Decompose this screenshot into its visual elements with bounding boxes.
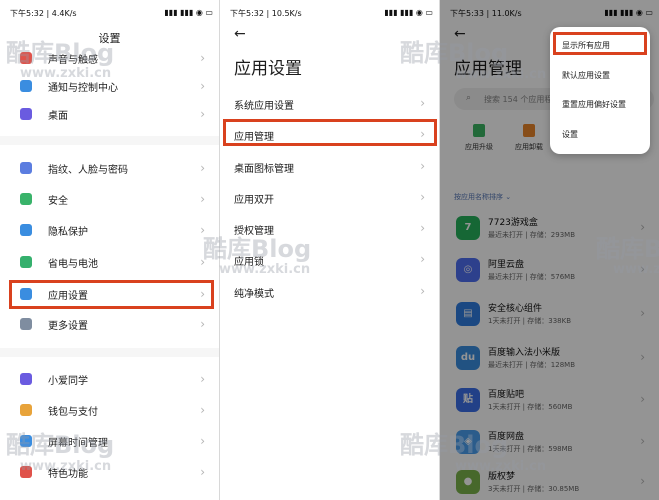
- settings-item-label: 隐私保护: [48, 227, 88, 238]
- app-settings-item[interactable]: 应用双开 ›: [220, 182, 439, 212]
- settings-item-label: 桌面: [48, 111, 68, 122]
- chevron-right-icon: ›: [200, 317, 205, 331]
- chevron-right-icon: ›: [200, 192, 205, 206]
- settings-item[interactable]: 桌面 ›: [0, 100, 219, 128]
- app-settings-item[interactable]: 授权管理 ›: [220, 213, 439, 243]
- settings-panel: 下午5:32 | 4.4K/s ▮▮▮ ▮▮▮ ◉ ▭ 设置 声音与触感›通知与…: [0, 0, 219, 500]
- app-settings-item[interactable]: 纯净模式 ›: [220, 276, 439, 306]
- highlight-box: [553, 32, 647, 55]
- chevron-right-icon: ›: [200, 255, 205, 269]
- feature-icon: [20, 466, 32, 478]
- chevron-right-icon: ›: [200, 107, 205, 121]
- settings-item[interactable]: 省电与电池 ›: [0, 248, 219, 276]
- wallet-icon: [20, 404, 32, 416]
- fingerprint-icon: [20, 162, 32, 174]
- settings-item-label: 指纹、人脸与密码: [48, 165, 128, 176]
- app-settings-item-label: 应用双开: [234, 195, 274, 206]
- chevron-right-icon: ›: [200, 161, 205, 175]
- settings-item[interactable]: 更多设置 ›: [0, 310, 219, 338]
- settings-item[interactable]: 屏幕时间管理 ›: [0, 427, 219, 455]
- app-settings-item-label: 授权管理: [234, 226, 274, 237]
- settings-item[interactable]: 指纹、人脸与密码 ›: [0, 154, 219, 182]
- privacy-icon: [20, 224, 32, 236]
- chevron-right-icon: ›: [200, 372, 205, 386]
- settings-item-label: 更多设置: [48, 321, 88, 332]
- chevron-right-icon: ›: [420, 190, 425, 204]
- settings-item-label: 钱包与支付: [48, 407, 98, 418]
- chevron-right-icon: ›: [200, 465, 205, 479]
- status-bar: 下午5:32 | 10.5K/s ▮▮▮ ▮▮▮ ◉ ▭: [220, 0, 439, 24]
- notification-icon: [20, 80, 32, 92]
- app-settings-panel: 下午5:32 | 10.5K/s ▮▮▮ ▮▮▮ ◉ ▭ ← 应用设置 系统应用…: [220, 0, 439, 500]
- section-divider: [0, 136, 219, 145]
- hourglass-icon: [20, 435, 32, 447]
- status-time: 下午5:32 | 10.5K/s: [230, 9, 302, 18]
- app-settings-item[interactable]: 应用锁 ›: [220, 244, 439, 274]
- menu-item[interactable]: 默认应用设置: [562, 70, 610, 81]
- app-settings-item[interactable]: 桌面图标管理 ›: [220, 151, 439, 181]
- settings-item-label: 通知与控制中心: [48, 83, 118, 94]
- settings-item-label: 小爱同学: [48, 376, 88, 387]
- page-title-overlay: 设置: [98, 32, 121, 45]
- chevron-right-icon: ›: [420, 284, 425, 298]
- chevron-right-icon: ›: [200, 79, 205, 93]
- settings-item-label: 安全: [48, 196, 68, 207]
- menu-item[interactable]: 设置: [562, 129, 578, 140]
- app-settings-item-label: 纯净模式: [234, 289, 274, 300]
- chevron-right-icon: ›: [420, 252, 425, 266]
- chevron-right-icon: ›: [200, 51, 205, 65]
- chevron-right-icon: ›: [420, 96, 425, 110]
- chevron-right-icon: ›: [200, 434, 205, 448]
- settings-item-label: 屏幕时间管理: [48, 438, 108, 449]
- status-bar: 下午5:32 | 4.4K/s ▮▮▮ ▮▮▮ ◉ ▭: [0, 0, 219, 24]
- section-divider: [0, 348, 219, 357]
- chevron-right-icon: ›: [200, 403, 205, 417]
- settings-item[interactable]: 通知与控制中心 ›: [0, 72, 219, 100]
- status-icons: ▮▮▮ ▮▮▮ ◉ ▭: [164, 8, 213, 17]
- settings-item[interactable]: 安全 ›: [0, 185, 219, 213]
- settings-item[interactable]: 小爱同学 ›: [0, 365, 219, 393]
- settings-item-label: 特色功能: [48, 469, 88, 480]
- status-icons: ▮▮▮ ▮▮▮ ◉ ▭: [384, 8, 433, 17]
- page-title: 应用设置: [234, 59, 302, 79]
- settings-item-label: 声音与触感: [48, 55, 98, 66]
- highlight-box: [223, 119, 437, 146]
- app-settings-item-label: 桌面图标管理: [234, 164, 294, 175]
- chevron-right-icon: ›: [420, 221, 425, 235]
- settings-item[interactable]: 隐私保护 ›: [0, 216, 219, 244]
- app-settings-item-label: 系统应用设置: [234, 101, 294, 112]
- settings-item-label: 省电与电池: [48, 259, 98, 270]
- sound-icon: [20, 52, 32, 64]
- app-settings-item-label: 应用锁: [234, 257, 264, 268]
- app-settings-item[interactable]: 系统应用设置 ›: [220, 88, 439, 118]
- chevron-right-icon: ›: [200, 223, 205, 237]
- status-time: 下午5:32 | 4.4K/s: [10, 9, 77, 18]
- chevron-right-icon: ›: [420, 159, 425, 173]
- more-icon: [20, 318, 32, 330]
- settings-item[interactable]: 特色功能 ›: [0, 458, 219, 486]
- battery-icon: [20, 256, 32, 268]
- settings-item[interactable]: 钱包与支付 ›: [0, 396, 219, 424]
- back-arrow-icon[interactable]: ←: [234, 26, 246, 42]
- shield-icon: [20, 193, 32, 205]
- menu-item[interactable]: 重置应用偏好设置: [562, 99, 626, 110]
- home-icon: [20, 108, 32, 120]
- assistant-icon: [20, 373, 32, 385]
- highlight-box: [9, 280, 214, 309]
